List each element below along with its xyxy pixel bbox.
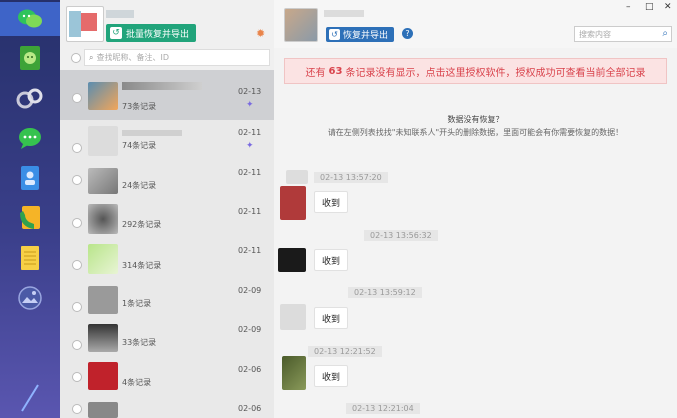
close-button[interactable]: ✕ [664, 2, 672, 12]
minimize-button[interactable]: – [626, 2, 631, 12]
settings-gear-icon[interactable]: ✹ [256, 27, 265, 40]
message-timestamp: 02-13 12:21:52 [308, 346, 382, 357]
chat-contact-name-blur [324, 10, 364, 17]
batch-restore-export-button[interactable]: ↺ 批量恢复并导出 [106, 24, 196, 42]
account-name-blur [106, 10, 134, 18]
contact-list-panel: ↺ 批量恢复并导出 ✹ ⌕ 查找昵称、备注、ID 73条记录 02-13 ✦ 7… [60, 0, 333, 418]
contact-avatar [88, 204, 118, 234]
restore-export-button[interactable]: ↺ 恢复并导出 [326, 27, 394, 42]
chat-panel: ↺ 恢复并导出 ? – □ ✕ 搜索内容 ⌕ 还有 63 条记录没有显示，点击这… [274, 0, 677, 418]
contact-checkbox[interactable] [72, 218, 82, 228]
search-icon: ⌕ [89, 52, 94, 62]
message-bubble: 收到 [314, 191, 348, 213]
group-icon: ✦ [246, 141, 254, 151]
contact-checkbox[interactable] [72, 175, 82, 185]
contact-row[interactable]: 02-06 [60, 398, 274, 418]
message-search-input[interactable]: 搜索内容 ⌕ [574, 26, 672, 42]
call-icon[interactable] [16, 204, 44, 232]
contact-avatar [88, 244, 118, 274]
contact-name-blur [122, 130, 182, 136]
contact-avatar [88, 324, 118, 352]
message-bubble: 收到 [314, 307, 348, 329]
select-all-radio[interactable] [71, 53, 81, 63]
wechat-icon[interactable] [16, 5, 44, 33]
chat-header: ↺ 恢复并导出 ? – □ ✕ 搜索内容 ⌕ [274, 0, 677, 48]
message-timestamp: 02-13 13:59:12 [348, 287, 422, 298]
contact-checkbox[interactable] [72, 143, 82, 153]
contact-avatar [88, 362, 118, 390]
contact-row[interactable]: 73条记录 02-13 ✦ [60, 70, 274, 120]
group-icon: ✦ [246, 100, 254, 110]
contact-checkbox[interactable] [72, 340, 82, 350]
contact-avatar [88, 168, 118, 194]
contact-avatar [88, 82, 118, 110]
notice-body: 请在左侧列表找找"未知联系人"开头的删除数据，里面可能会有你需要恢复的数据！ [327, 128, 624, 137]
contact-search-input[interactable]: ⌕ 查找昵称、备注、ID [84, 49, 270, 66]
contact-search-row: ⌕ 查找昵称、备注、ID [60, 48, 274, 68]
sender-avatar [278, 248, 306, 272]
contact-checkbox[interactable] [72, 372, 82, 382]
contact-checkbox[interactable] [72, 93, 82, 103]
sender-avatar [282, 356, 306, 390]
restore-icon: ↺ [110, 27, 122, 39]
notes-icon[interactable] [16, 244, 44, 272]
contact-checkbox[interactable] [72, 302, 82, 312]
account-avatar [66, 6, 104, 42]
search-icon[interactable]: ⌕ [662, 28, 668, 39]
chat-contact-avatar [284, 8, 318, 42]
list-header: ↺ 批量恢复并导出 ✹ ⌕ 查找昵称、备注、ID [60, 0, 274, 70]
sender-avatar [280, 304, 306, 330]
gallery-icon[interactable] [16, 284, 44, 312]
restore-icon: ↺ [329, 29, 340, 40]
help-icon[interactable]: ? [402, 28, 413, 39]
assistant-icon[interactable] [16, 44, 44, 72]
sender-avatar [280, 186, 306, 220]
sender-avatar [286, 170, 308, 184]
contact-avatar [88, 286, 118, 314]
pen-icon[interactable] [16, 384, 44, 412]
notice-title: 数据没有恢复？ [447, 115, 504, 124]
maximize-button[interactable]: □ [645, 2, 654, 12]
moments-icon[interactable] [16, 84, 44, 112]
message-bubble: 收到 [314, 365, 348, 387]
message-timestamp: 02-13 12:21:04 [346, 403, 420, 414]
message-timestamp: 02-13 13:57:20 [314, 172, 388, 183]
chat-icon[interactable] [16, 124, 44, 152]
contact-checkbox[interactable] [72, 404, 82, 414]
contact-checkbox[interactable] [72, 260, 82, 270]
contact-avatar [88, 126, 118, 156]
authorization-banner[interactable]: 还有 63 条记录没有显示，点击这里授权软件，授权成功可查看当前全部记录 [284, 58, 667, 84]
contact-avatar [88, 402, 118, 418]
message-timestamp: 02-13 13:56:32 [364, 230, 438, 241]
message-bubble: 收到 [314, 249, 348, 271]
contacts-icon[interactable] [16, 164, 44, 192]
contact-name-blur [122, 82, 202, 90]
app-sidebar [0, 0, 60, 418]
